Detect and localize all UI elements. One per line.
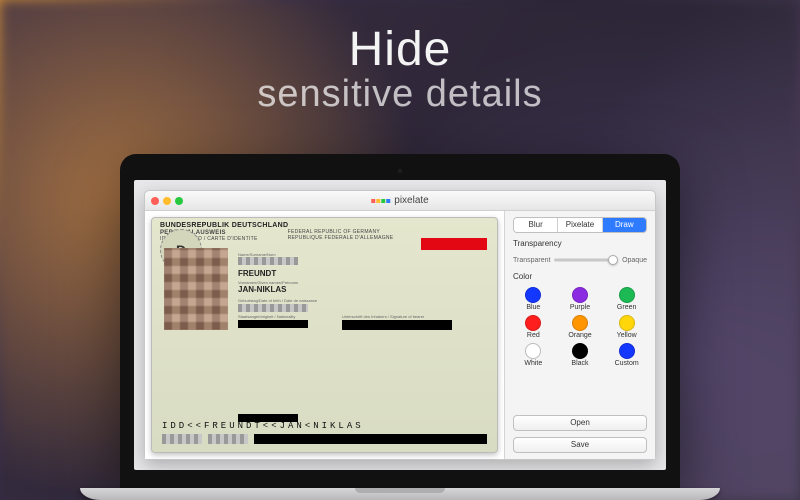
redaction-black xyxy=(254,434,487,444)
traffic-lights xyxy=(151,197,183,205)
card-photo xyxy=(164,248,228,330)
tab-blur[interactable]: Blur xyxy=(514,218,558,232)
redaction-black xyxy=(238,320,308,328)
pixelated-text xyxy=(238,257,298,265)
swatch-circle xyxy=(525,343,541,359)
headline-line1: Hide xyxy=(0,22,800,77)
laptop-base xyxy=(80,488,720,500)
mrz-line1: IDD<<FREUNDT<<JAN<NIKLAS xyxy=(162,419,487,434)
swatch-circle xyxy=(572,315,588,331)
color-custom[interactable]: Custom xyxy=(606,343,647,367)
window-title: pixelate xyxy=(371,195,428,206)
slider-min-label: Transparent xyxy=(513,257,550,264)
mrz-zone: IDD<<FREUNDT<<JAN<NIKLAS xyxy=(162,419,487,444)
color-green[interactable]: Green xyxy=(606,287,647,311)
redaction-red xyxy=(421,238,487,250)
window-title-text: pixelate xyxy=(394,195,428,206)
tab-draw[interactable]: Draw xyxy=(603,218,646,232)
color-yellow[interactable]: Yellow xyxy=(606,315,647,339)
app-content: BUNDESREPUBLIK DEUTSCHLAND PERSONALAUSWE… xyxy=(145,211,655,459)
color-blue[interactable]: Blue xyxy=(513,287,554,311)
save-button[interactable]: Save xyxy=(513,437,647,453)
pixelated-text xyxy=(208,434,248,444)
slider-knob[interactable] xyxy=(608,255,618,265)
headline-line2: sensitive details xyxy=(0,73,800,116)
swatch-circle xyxy=(619,343,635,359)
color-white[interactable]: White xyxy=(513,343,554,367)
swatch-circle xyxy=(619,287,635,303)
swatch-circle xyxy=(619,315,635,331)
card-country-sub2: REPUBLIQUE FEDERALE D'ALLEMAGNE xyxy=(288,236,394,242)
redaction-black xyxy=(342,320,452,330)
pixelate-overlay xyxy=(164,248,228,330)
color-purple[interactable]: Purple xyxy=(560,287,601,311)
swatch-circle xyxy=(525,315,541,331)
surname-field: Name/Surname/Nom FREUNDT xyxy=(238,252,298,278)
transparency-row: Transparent Opaque xyxy=(513,254,647,266)
tab-pixelate[interactable]: Pixelate xyxy=(558,218,602,232)
camera-icon xyxy=(397,168,403,174)
marketing-headline: Hide sensitive details xyxy=(0,0,800,116)
app-logo-icon xyxy=(371,199,390,203)
tool-tabs: BlurPixelateDraw xyxy=(513,217,647,233)
swatch-label: Blue xyxy=(526,304,540,311)
given-field: Vornamen/Given names/Prénoms JAN-NIKLAS xyxy=(238,280,298,294)
slider-max-label: Opaque xyxy=(622,257,647,264)
transparency-label: Transparency xyxy=(513,239,647,248)
spacer xyxy=(513,373,647,409)
app-window: pixelate BUNDESREPUBLIK DEUTSCHLAND PERS… xyxy=(144,190,656,460)
id-card: BUNDESREPUBLIK DEUTSCHLAND PERSONALAUSWE… xyxy=(151,217,498,453)
laptop-screen: pixelate BUNDESREPUBLIK DEUTSCHLAND PERS… xyxy=(134,180,666,470)
laptop-notch xyxy=(355,488,445,493)
zoom-icon[interactable] xyxy=(175,197,183,205)
nat-label: Staatsangehörigkeit / Nationality xyxy=(238,314,295,319)
swatch-circle xyxy=(572,287,588,303)
window-titlebar[interactable]: pixelate xyxy=(145,191,655,211)
color-orange[interactable]: Orange xyxy=(560,315,601,339)
swatch-label: Black xyxy=(571,360,588,367)
sig-label: Unterschrift des Inhabers / Signature of… xyxy=(342,314,424,319)
close-icon[interactable] xyxy=(151,197,159,205)
swatch-circle xyxy=(525,287,541,303)
swatch-circle xyxy=(572,343,588,359)
transparency-slider[interactable] xyxy=(554,254,618,266)
dob-label: Geburtstag/Date of birth / Date de naiss… xyxy=(238,298,317,303)
surname-value: FREUNDT xyxy=(238,269,298,278)
laptop-mock: pixelate BUNDESREPUBLIK DEUTSCHLAND PERS… xyxy=(120,154,680,500)
swatch-label: Orange xyxy=(568,332,591,339)
laptop-bezel: pixelate BUNDESREPUBLIK DEUTSCHLAND PERS… xyxy=(120,154,680,488)
swatch-label: Custom xyxy=(615,360,639,367)
given-value: JAN-NIKLAS xyxy=(238,285,298,294)
sig-field: Unterschrift des Inhabers / Signature of… xyxy=(342,314,424,319)
swatch-label: Green xyxy=(617,304,636,311)
color-red[interactable]: Red xyxy=(513,315,554,339)
swatch-label: Purple xyxy=(570,304,590,311)
nat-field: Staatsangehörigkeit / Nationality xyxy=(238,314,295,319)
pixelated-text xyxy=(162,434,202,444)
swatch-label: Red xyxy=(527,332,540,339)
image-canvas[interactable]: BUNDESREPUBLIK DEUTSCHLAND PERSONALAUSWE… xyxy=(145,211,505,459)
dob-field: Geburtstag/Date of birth / Date de naiss… xyxy=(238,298,317,314)
color-label: Color xyxy=(513,272,647,281)
open-button[interactable]: Open xyxy=(513,415,647,431)
color-swatches: Blue Purple Green Red Orange Yellow White Black… xyxy=(513,287,647,367)
color-black[interactable]: Black xyxy=(560,343,601,367)
swatch-label: White xyxy=(524,360,542,367)
minimize-icon[interactable] xyxy=(163,197,171,205)
tools-sidebar: BlurPixelateDraw Transparency Transparen… xyxy=(505,211,655,459)
pixelated-text xyxy=(238,304,308,312)
swatch-label: Yellow xyxy=(617,332,637,339)
